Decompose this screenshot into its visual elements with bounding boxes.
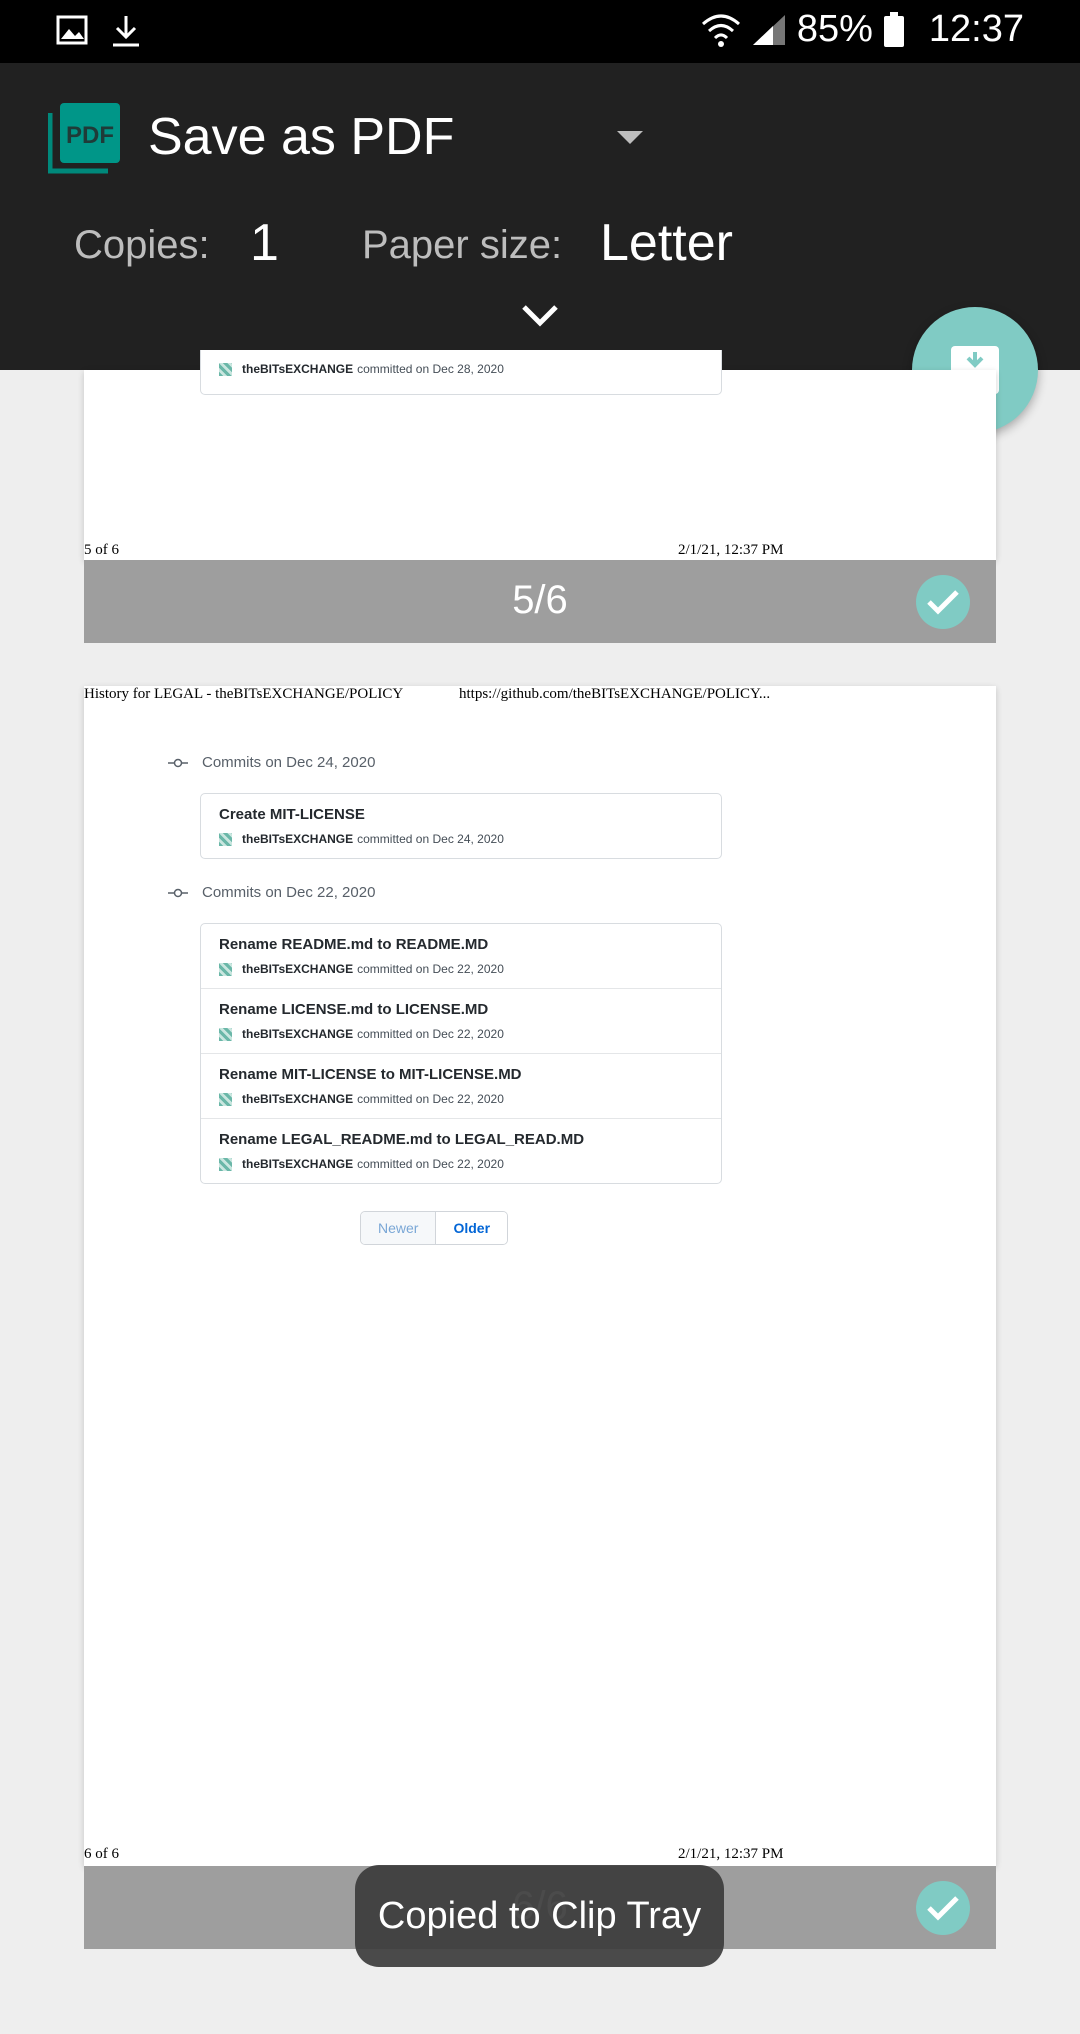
commit-list: Rename README.md to README.MD theBITsEXC… [200, 923, 722, 1184]
commit-group-heading: Commits on Dec 24, 2020 [168, 754, 375, 771]
commit-date: committed on Dec 22, 2020 [357, 962, 504, 976]
avatar [219, 362, 232, 376]
copies-value[interactable]: 1 [250, 213, 279, 273]
pdf-logo-icon[interactable]: PDF [48, 101, 122, 175]
commit-author[interactable]: theBITsEXCHANGE [242, 1157, 353, 1171]
page-footer-right: 2/1/21, 12:37 PM [678, 1846, 784, 1862]
commit-meta: theBITsEXCHANGE committed on Dec 22, 202… [219, 1157, 504, 1171]
commit-date: committed on Dec 22, 2020 [357, 1027, 504, 1041]
commit-date: committed on Dec 24, 2020 [357, 832, 504, 846]
commit-date: committed on Dec 22, 2020 [357, 1092, 504, 1106]
download-icon [113, 16, 139, 47]
commit-author[interactable]: theBITsEXCHANGE [242, 1027, 353, 1041]
commit-meta: theBITsEXCHANGE committed on Dec 22, 202… [219, 1027, 504, 1041]
page-indicator: 5/6 [512, 578, 568, 622]
printer-dropdown-caret-icon[interactable] [617, 131, 643, 144]
clock: 12:37 [928, 8, 1024, 50]
commit-date: committed on Dec 28, 2020 [357, 362, 504, 376]
commit-list: Create MIT-LICENSE theBITsEXCHANGE commi… [200, 793, 722, 859]
battery-percent: 85% [796, 8, 873, 50]
pagination: Newer Older [360, 1211, 509, 1245]
expand-chevron-icon[interactable] [520, 303, 560, 329]
commit-node-icon [168, 888, 188, 897]
commit-date: committed on Dec 22, 2020 [357, 1157, 504, 1171]
page-preview-6[interactable]: History for LEGAL - theBITsEXCHANGE/POLI… [84, 686, 996, 1866]
status-bar: 85% 12:37 [0, 0, 1080, 63]
commit-title[interactable]: Rename README.md to README.MD [219, 936, 488, 953]
avatar [219, 962, 232, 976]
commit-row[interactable]: Rename MIT-LICENSE to MIT-LICENSE.MD the… [201, 1054, 721, 1119]
avatar [219, 1092, 232, 1106]
older-button[interactable]: Older [436, 1212, 508, 1244]
commit-title[interactable]: Rename MIT-LICENSE to MIT-LICENSE.MD [219, 1066, 522, 1083]
page-5-selector[interactable]: 5/6 [84, 560, 996, 643]
copies-label: Copies: [74, 223, 210, 267]
toast-message: Copied to Clip Tray [355, 1865, 724, 1967]
commit-author[interactable]: theBITsEXCHANGE [242, 962, 353, 976]
commit-row[interactable]: Rename LICENSE.md to LICENSE.MD theBITsE… [201, 989, 721, 1054]
commit-meta: theBITsEXCHANGE committed on Dec 22, 202… [219, 962, 504, 976]
page-header-url: https://github.com/theBITsEXCHANGE/POLIC… [459, 686, 771, 702]
battery-icon [883, 11, 904, 47]
avatar [219, 1027, 232, 1041]
commit-row[interactable]: Rename LEGAL_README.md to LEGAL_READ.MD … [201, 1119, 721, 1183]
paper-size-value[interactable]: Letter [600, 213, 733, 273]
commit-author[interactable]: theBITsEXCHANGE [242, 832, 353, 846]
commit-title[interactable]: Create MIT-LICENSE [219, 806, 365, 823]
commit-row[interactable]: Rename README.md to README.MD theBITsEXC… [201, 924, 721, 989]
check-icon[interactable] [916, 575, 970, 629]
check-icon[interactable] [916, 1881, 970, 1935]
wifi-icon [701, 14, 740, 47]
commit-node-icon [168, 758, 188, 767]
avatar [219, 1157, 232, 1171]
commit-title[interactable]: Rename LICENSE.md to LICENSE.MD [219, 1001, 488, 1018]
paper-size-label: Paper size: [362, 223, 563, 267]
commit-meta: theBITsEXCHANGE committed on Dec 24, 202… [219, 832, 504, 846]
page-preview-5[interactable]: theBITsEXCHANGE committed on Dec 28, 202… [84, 350, 996, 560]
commit-group-heading: Commits on Dec 22, 2020 [168, 884, 375, 901]
commit-row[interactable]: Create MIT-LICENSE theBITsEXCHANGE commi… [201, 794, 721, 858]
gallery-icon [56, 15, 88, 45]
avatar [219, 832, 232, 846]
commit-title[interactable]: Rename LEGAL_README.md to LEGAL_READ.MD [219, 1131, 584, 1148]
commit-meta: theBITsEXCHANGE committed on Dec 28, 202… [219, 362, 504, 376]
signal-icon [752, 14, 785, 45]
print-options-header: PDF Save as PDF Copies: 1 Paper size: Le… [0, 63, 1080, 370]
page-footer-right: 2/1/21, 12:37 PM [678, 542, 784, 558]
newer-button[interactable]: Newer [361, 1212, 437, 1244]
commit-author[interactable]: theBITsEXCHANGE [242, 362, 353, 376]
commit-author[interactable]: theBITsEXCHANGE [242, 1092, 353, 1106]
pdf-logo-text: PDF [66, 122, 114, 149]
page-footer-left: 6 of 6 [84, 1846, 119, 1862]
commit-box-partial: theBITsEXCHANGE committed on Dec 28, 202… [200, 350, 722, 395]
printer-name[interactable]: Save as PDF [148, 107, 454, 167]
commit-meta: theBITsEXCHANGE committed on Dec 22, 202… [219, 1092, 504, 1106]
page-footer-left: 5 of 6 [84, 542, 119, 558]
page-header-title: History for LEGAL - theBITsEXCHANGE/POLI… [84, 686, 404, 702]
